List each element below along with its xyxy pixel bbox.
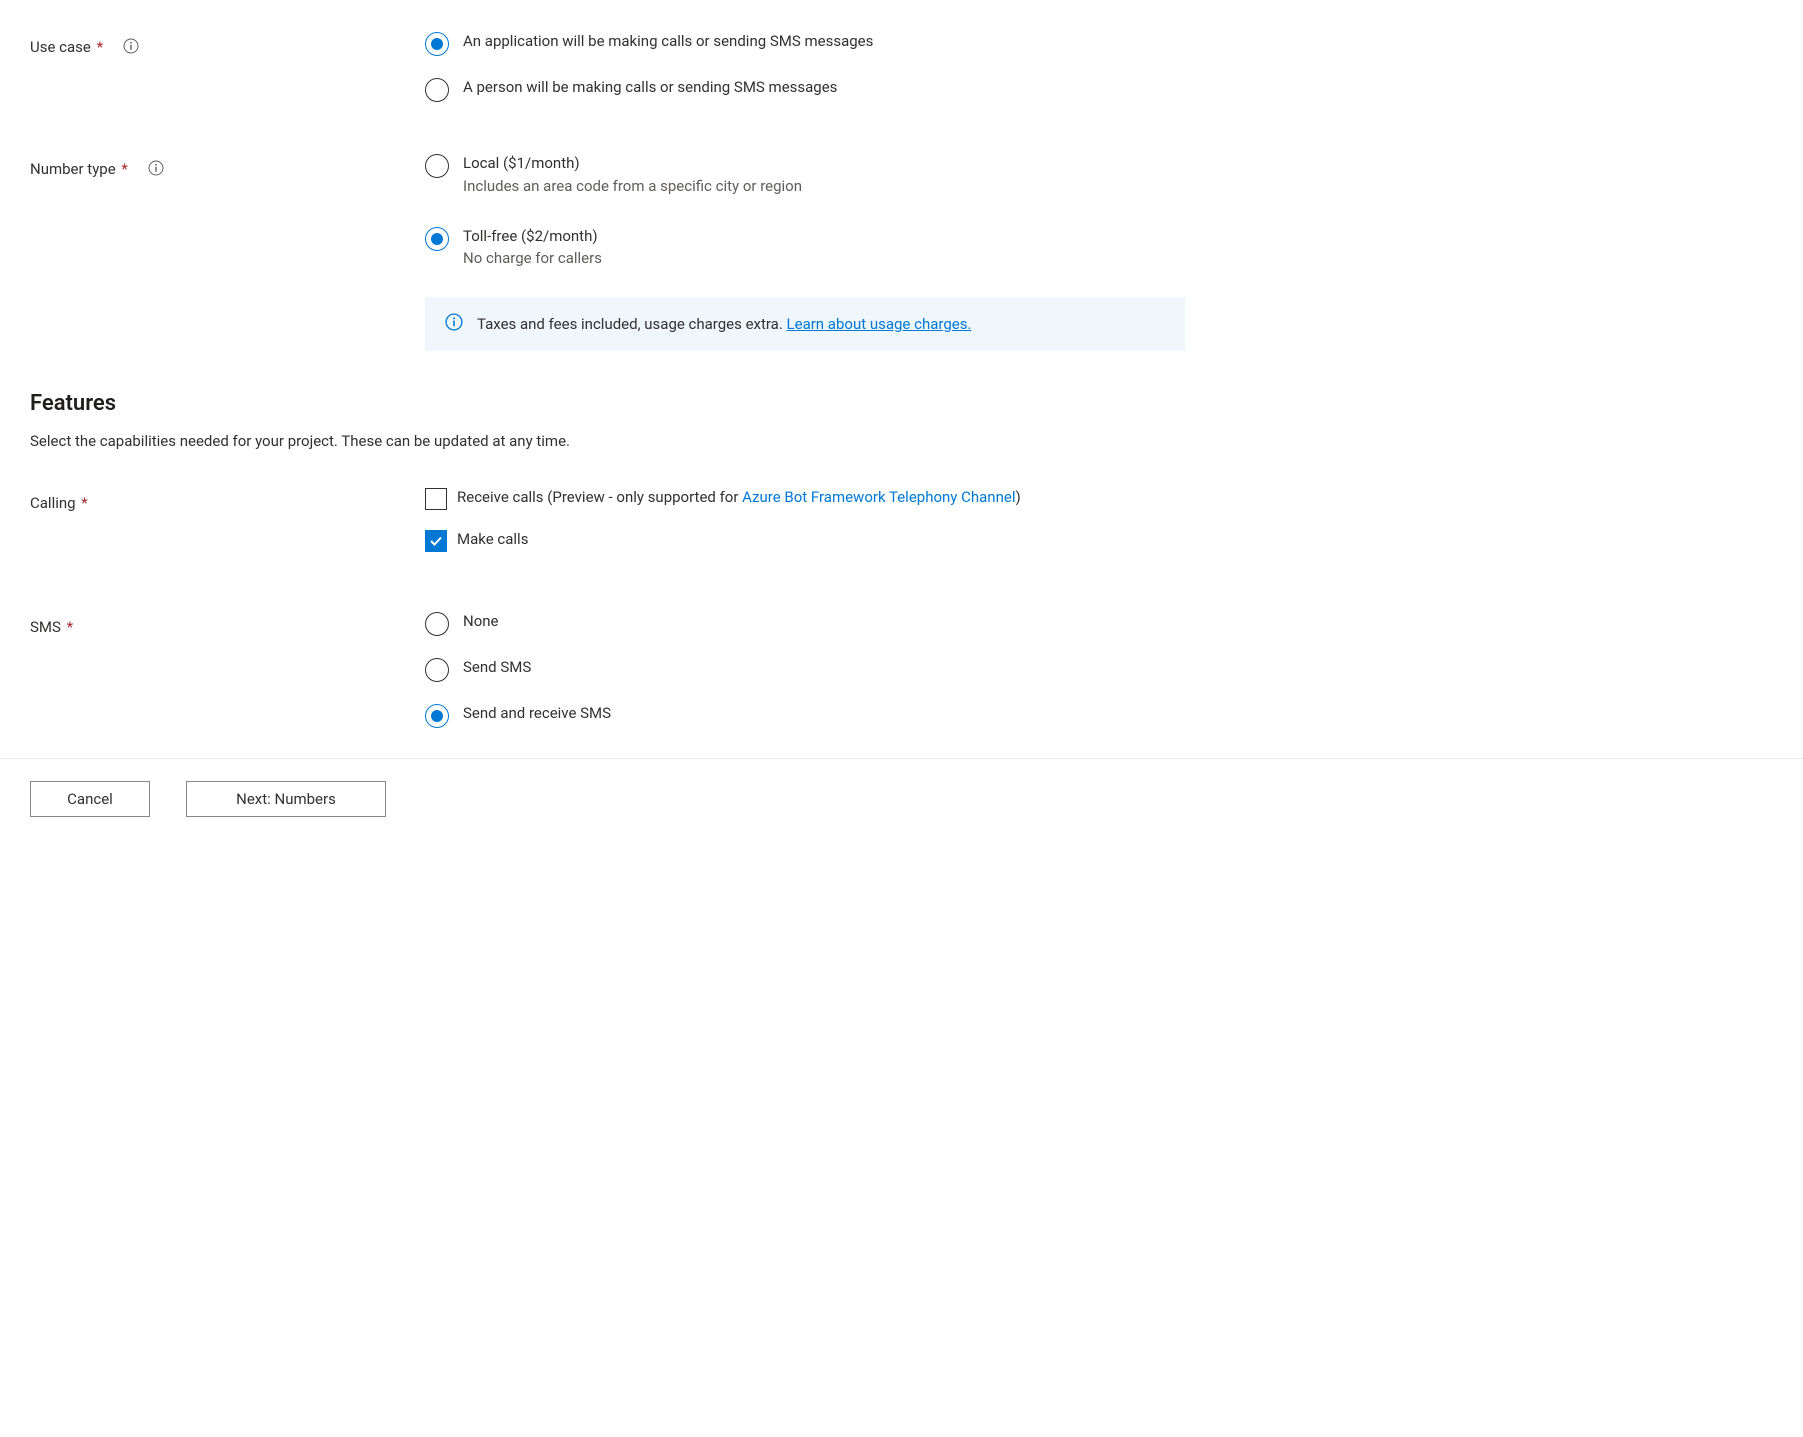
features-subtext: Select the capabilities needed for your … — [30, 432, 1773, 450]
number-type-local-radio[interactable]: Local ($1/month) Includes an area code f… — [425, 152, 1773, 195]
info-banner-text: Taxes and fees included, usage charges e… — [477, 315, 787, 333]
make-calls-label: Make calls — [457, 528, 528, 551]
number-type-tollfree-label: Toll-free ($2/month) — [463, 225, 602, 248]
receive-calls-checkbox[interactable]: Receive calls (Preview - only supported … — [425, 486, 1773, 510]
use-case-label: Use case * — [30, 38, 103, 56]
number-type-tollfree-radio[interactable]: Toll-free ($2/month) No charge for calle… — [425, 225, 1773, 268]
next-numbers-button[interactable]: Next: Numbers — [186, 781, 386, 817]
checkbox-unchecked-icon — [425, 488, 447, 510]
usage-charges-link[interactable]: Learn about usage charges. — [787, 315, 972, 333]
info-icon[interactable] — [148, 160, 164, 176]
radio-selected-icon — [425, 32, 449, 56]
number-type-local-label: Local ($1/month) — [463, 152, 802, 175]
info-banner: Taxes and fees included, usage charges e… — [425, 297, 1185, 351]
features-heading: Features — [30, 391, 1773, 416]
sms-none-label: None — [463, 610, 499, 633]
radio-unselected-icon — [425, 154, 449, 178]
sms-send-radio[interactable]: Send SMS — [425, 656, 1773, 682]
use-case-person-label: A person will be making calls or sending… — [463, 76, 837, 99]
sms-send-receive-radio[interactable]: Send and receive SMS — [425, 702, 1773, 728]
info-icon[interactable] — [123, 38, 139, 54]
sms-send-label: Send SMS — [463, 656, 531, 679]
radio-unselected-icon — [425, 612, 449, 636]
sms-none-radio[interactable]: None — [425, 610, 1773, 636]
use-case-person-radio[interactable]: A person will be making calls or sending… — [425, 76, 1773, 102]
radio-selected-icon — [425, 704, 449, 728]
sms-send-receive-label: Send and receive SMS — [463, 702, 611, 725]
sms-label: SMS * — [30, 618, 73, 636]
receive-calls-suffix: ) — [1015, 488, 1020, 506]
number-type-label: Number type * — [30, 160, 128, 178]
divider — [0, 758, 1803, 759]
use-case-application-radio[interactable]: An application will be making calls or s… — [425, 30, 1773, 56]
number-type-tollfree-desc: No charge for callers — [463, 249, 602, 267]
number-type-local-desc: Includes an area code from a specific ci… — [463, 177, 802, 195]
radio-selected-icon — [425, 227, 449, 251]
cancel-button[interactable]: Cancel — [30, 781, 150, 817]
make-calls-checkbox[interactable]: Make calls — [425, 528, 1773, 552]
radio-unselected-icon — [425, 78, 449, 102]
use-case-application-label: An application will be making calls or s… — [463, 30, 873, 53]
checkbox-checked-icon — [425, 530, 447, 552]
info-icon — [445, 313, 463, 335]
receive-calls-prefix: Receive calls (Preview - only supported … — [457, 488, 742, 506]
calling-label: Calling * — [30, 494, 88, 512]
radio-unselected-icon — [425, 658, 449, 682]
bot-framework-link[interactable]: Azure Bot Framework Telephony Channel — [742, 488, 1015, 506]
